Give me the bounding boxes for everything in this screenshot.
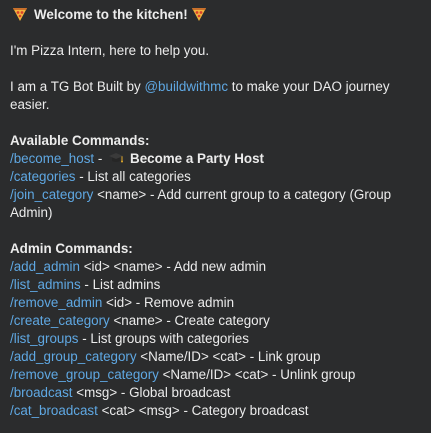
list-admins-command[interactable]: /list_admins: [10, 277, 81, 292]
command-row: /categories - List all categories: [10, 168, 421, 186]
command-row: /add_group_category <Name/ID> <cat> - Li…: [10, 348, 421, 366]
message-title: Welcome to the kitchen!: [34, 7, 188, 22]
remove-admin-command[interactable]: /remove_admin: [10, 295, 102, 310]
remove-group-category-command[interactable]: /remove_group_category: [10, 367, 159, 382]
command-row: /join_category <name> - Add current grou…: [10, 186, 402, 222]
command-description: <msg> - Global broadcast: [72, 385, 231, 400]
command-description: <name> - Create category: [109, 313, 270, 328]
command-description: - List all categories: [75, 169, 191, 184]
admin-commands-heading: Admin Commands:: [10, 241, 133, 256]
command-description: <Name/ID> <cat> - Unlink group: [158, 367, 356, 382]
command-description: - List admins: [80, 277, 161, 292]
join-category-command[interactable]: /join_category: [10, 187, 93, 202]
list-groups-command[interactable]: /list_groups: [10, 331, 78, 346]
command-description: <id> <name> - Add new admin: [79, 259, 267, 274]
about-text: I am a TG Bot Built by @buildwithmc to m…: [10, 78, 402, 114]
available-commands-heading: Available Commands:: [10, 133, 150, 148]
cat-broadcast-command[interactable]: /cat_broadcast: [10, 403, 98, 418]
command-row: /become_host - Become a Party Host: [10, 150, 421, 168]
pizza-icon: [13, 8, 27, 21]
command-row: /remove_admin <id> - Remove admin: [10, 294, 421, 312]
command-row: /broadcast <msg> - Global broadcast: [10, 384, 421, 402]
become-host-command[interactable]: /become_host: [10, 151, 94, 166]
command-row: /list_admins - List admins: [10, 276, 421, 294]
command-row: /cat_broadcast <cat> <msg> - Category br…: [10, 402, 421, 420]
broadcast-command[interactable]: /broadcast: [10, 385, 73, 400]
command-row: /remove_group_category <Name/ID> <cat> -…: [10, 366, 421, 384]
add-group-category-command[interactable]: /add_group_category: [10, 349, 137, 364]
message-title-row: Welcome to the kitchen!: [10, 6, 421, 24]
create-category-command[interactable]: /create_category: [10, 313, 110, 328]
add-admin-command[interactable]: /add_admin: [10, 259, 80, 274]
command-description: <Name/ID> <cat> - Link group: [136, 349, 321, 364]
command-row: /list_groups - List groups with categori…: [10, 330, 421, 348]
command-separator: -: [94, 151, 107, 166]
buildwithmc-link[interactable]: @buildwithmc: [144, 79, 228, 94]
graduation-cap-icon: [109, 153, 124, 163]
become-host-description: Become a Party Host: [130, 151, 264, 166]
command-description: <cat> <msg> - Category broadcast: [97, 403, 309, 418]
about-prefix: I am a TG Bot Built by: [10, 79, 145, 94]
command-description: <id> - Remove admin: [102, 295, 235, 310]
message-bubble: Welcome to the kitchen! I'm Pizza Intern…: [0, 0, 431, 433]
command-row: /add_admin <id> <name> - Add new admin: [10, 258, 421, 276]
intro-text: I'm Pizza Intern, here to help you.: [10, 43, 210, 58]
command-row: /create_category <name> - Create categor…: [10, 312, 421, 330]
categories-command[interactable]: /categories: [10, 169, 76, 184]
pizza-icon: [191, 8, 206, 21]
command-description: - List groups with categories: [78, 331, 249, 346]
